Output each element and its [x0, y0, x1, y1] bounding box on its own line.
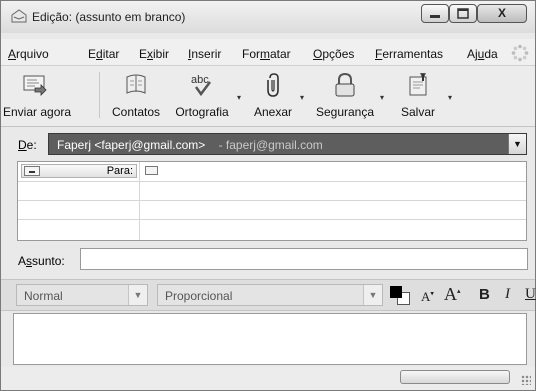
recipient-type-label: Para: — [106, 165, 133, 177]
from-identity-select[interactable]: Faperj <faperj@gmail.com> - faperj@gmail… — [48, 133, 527, 155]
menu-options[interactable]: Opções — [313, 47, 354, 61]
spellcheck-icon-text: abc — [191, 74, 209, 86]
from-identity-text: Faperj <faperj@gmail.com> — [57, 138, 206, 152]
maximize-button[interactable] — [449, 4, 477, 23]
attach-button[interactable]: Anexar ▾ — [248, 66, 304, 124]
font-larger-label: A — [444, 284, 457, 304]
progress-bar — [400, 370, 510, 384]
from-identity-value: Faperj <faperj@gmail.com> - faperj@gmail… — [57, 138, 323, 152]
chevron-down-icon: ▼ — [128, 285, 147, 305]
menu-format[interactable]: Formatar — [242, 47, 291, 61]
contacts-label: Contatos — [111, 105, 161, 119]
spelling-dropdown-arrow[interactable]: ▾ — [237, 93, 241, 102]
minimize-button[interactable] — [421, 4, 449, 23]
resize-grip-icon[interactable] — [521, 375, 531, 385]
title-bar: Edição: (assunto em branco) X — [1, 1, 535, 33]
recipient-row[interactable] — [18, 181, 526, 201]
recipient-type-select[interactable]: Para: — [21, 164, 137, 178]
minimize-icon — [430, 15, 440, 18]
compose-toolbar: Enviar agora Contatos abc Ortografia ▾ A… — [1, 66, 535, 127]
menu-insert[interactable]: Inserir — [188, 47, 221, 61]
compose-app-icon — [11, 9, 27, 23]
send-now-label: Enviar agora — [3, 105, 72, 119]
maximize-icon — [457, 8, 469, 19]
dropdown-icon — [24, 166, 40, 176]
window-title: Edição: (assunto em branco) — [32, 10, 186, 24]
send-now-button[interactable]: Enviar agora — [3, 66, 72, 124]
font-smaller-button[interactable]: A▾ — [421, 289, 434, 305]
from-account-text: - faperj@gmail.com — [218, 138, 323, 152]
recipients-list: Para: — [17, 161, 527, 241]
close-icon: X — [497, 6, 506, 20]
close-button[interactable]: X — [477, 4, 527, 23]
message-body-editor[interactable] — [13, 313, 527, 365]
italic-button[interactable]: I — [505, 286, 510, 303]
save-dropdown-arrow[interactable]: ▾ — [448, 93, 452, 102]
padlock-icon — [335, 72, 355, 97]
save-button[interactable]: Salvar ▾ — [393, 66, 452, 124]
from-row: De: Faperj <faperj@gmail.com> - faperj@g… — [1, 130, 535, 158]
font-family-value: Proporcional — [165, 289, 233, 303]
security-button[interactable]: Segurança ▾ — [312, 66, 384, 124]
address-book-icon — [126, 74, 146, 94]
security-label: Segurança — [315, 105, 375, 119]
recipient-column-divider — [139, 162, 140, 240]
address-card-icon — [145, 166, 158, 175]
send-icon — [23, 75, 47, 96]
recipient-row[interactable] — [18, 200, 526, 220]
paragraph-format-select[interactable]: Normal ▼ — [16, 284, 148, 306]
subject-input[interactable] — [80, 248, 528, 270]
menu-help[interactable]: Ajuda — [467, 47, 498, 61]
font-larger-button[interactable]: A▴ — [444, 284, 461, 305]
menu-view[interactable]: Exibir — [139, 47, 169, 61]
text-color-swatch[interactable] — [390, 286, 402, 298]
font-family-select[interactable]: Proporcional ▼ — [157, 284, 383, 306]
menu-tools[interactable]: Ferramentas — [375, 47, 443, 61]
recipient-row[interactable] — [18, 219, 526, 238]
paragraph-format-value: Normal — [24, 289, 63, 303]
security-dropdown-arrow[interactable]: ▾ — [380, 93, 384, 102]
subject-label: Assunto: — [18, 254, 65, 268]
font-smaller-label: A — [421, 289, 431, 304]
menu-file[interactable]: Arquivo — [8, 47, 49, 61]
spellcheck-icon: abc — [191, 74, 211, 97]
underline-button[interactable]: U — [525, 286, 536, 303]
spelling-button[interactable]: abc Ortografia ▾ — [170, 66, 241, 124]
chevron-down-icon[interactable]: ▼ — [508, 134, 526, 154]
paperclip-icon — [267, 73, 279, 97]
attach-dropdown-arrow[interactable]: ▾ — [300, 93, 304, 102]
subject-row: Assunto: — [1, 245, 535, 273]
chevron-down-icon: ▼ — [363, 285, 382, 305]
save-label: Salvar — [400, 105, 435, 119]
from-label: De: — [18, 138, 37, 152]
menu-edit[interactable]: Editar — [88, 47, 119, 61]
activity-throbber-icon — [511, 44, 529, 62]
attach-label: Anexar — [253, 105, 293, 119]
spelling-label: Ortografia — [175, 105, 229, 119]
compose-window: Edição: (assunto em branco) X Arquivo Ed… — [0, 0, 536, 391]
bold-button[interactable]: B — [479, 286, 490, 303]
recipient-row[interactable]: Para: — [18, 162, 526, 182]
contacts-button[interactable]: Contatos — [106, 66, 166, 124]
format-toolbar: Normal ▼ Proporcional ▼ A▾ A▴ B I U — [1, 279, 536, 311]
toolbar-separator — [99, 72, 100, 118]
save-icon — [409, 73, 427, 96]
status-bar — [1, 367, 535, 390]
